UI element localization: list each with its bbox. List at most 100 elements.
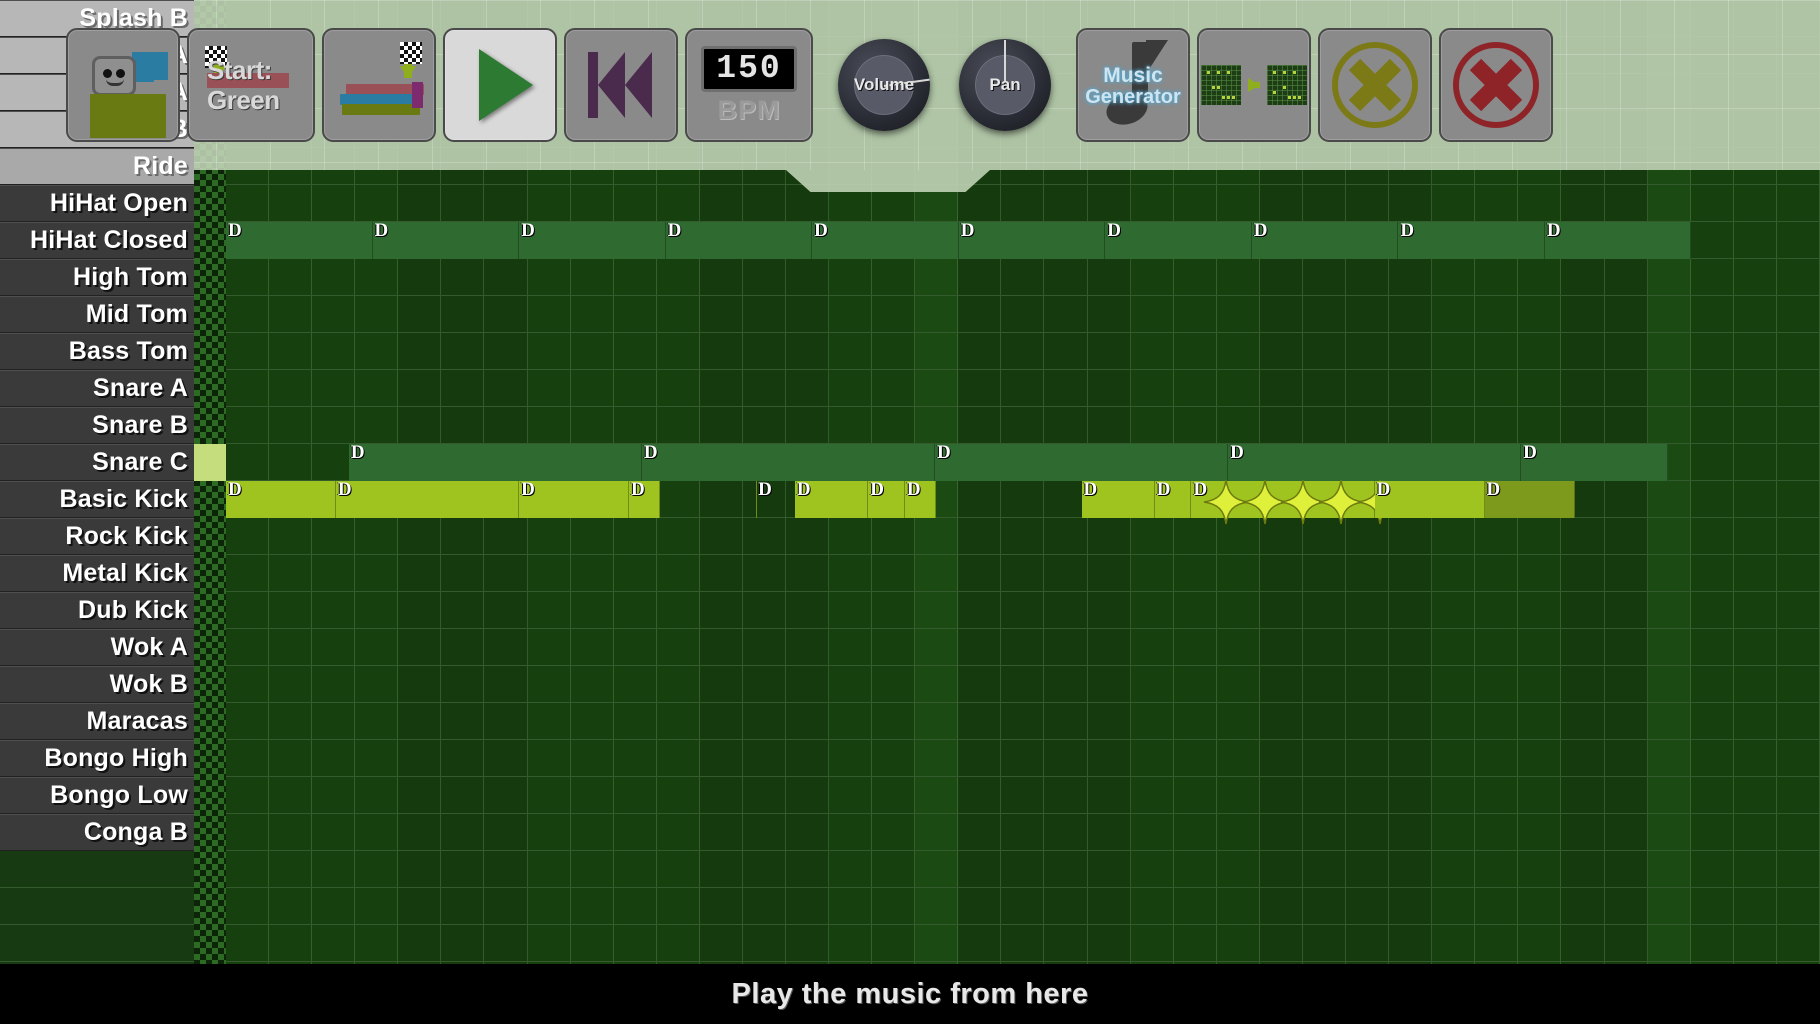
grid-cell[interactable]	[1518, 592, 1561, 628]
grid-cell[interactable]	[1561, 592, 1604, 628]
grid-cell[interactable]	[1174, 481, 1217, 517]
grid-cell[interactable]	[872, 740, 915, 776]
grid-cell[interactable]	[958, 518, 1001, 554]
grid-cell[interactable]	[1001, 888, 1044, 924]
grid-cell[interactable]	[1389, 444, 1432, 480]
grid-cell[interactable]	[1605, 703, 1648, 739]
grid-cell[interactable]	[1174, 259, 1217, 295]
grid-cell[interactable]	[657, 222, 700, 258]
grid-cell[interactable]	[484, 740, 527, 776]
grid-cell[interactable]	[1217, 666, 1260, 702]
grid-cell[interactable]	[1260, 333, 1303, 369]
grid-cell[interactable]	[484, 222, 527, 258]
grid-cell[interactable]	[571, 222, 614, 258]
grid-cell[interactable]	[786, 555, 829, 591]
grid-cell[interactable]	[829, 592, 872, 628]
grid-cell[interactable]	[398, 296, 441, 332]
grid-cell[interactable]	[1561, 814, 1604, 850]
grid-cell[interactable]	[1777, 888, 1820, 924]
grid-cell[interactable]	[441, 555, 484, 591]
grid-cell[interactable]	[915, 407, 958, 443]
grid-cell[interactable]	[1605, 370, 1648, 406]
grid-cell[interactable]	[1303, 703, 1346, 739]
grid-cell[interactable]	[614, 222, 657, 258]
grid-cell[interactable]	[743, 296, 786, 332]
grid-row[interactable]	[0, 296, 1820, 333]
grid-cell[interactable]	[958, 666, 1001, 702]
grid-cell[interactable]	[1648, 777, 1691, 813]
grid-cell[interactable]	[226, 555, 269, 591]
grid-row[interactable]	[0, 592, 1820, 629]
grid-cell[interactable]	[1561, 851, 1604, 887]
grid-cell[interactable]	[398, 814, 441, 850]
grid-cell[interactable]	[743, 888, 786, 924]
grid-cell[interactable]	[1303, 407, 1346, 443]
grid-cell[interactable]	[1691, 777, 1734, 813]
grid-cell[interactable]	[786, 481, 829, 517]
grid-row[interactable]	[0, 777, 1820, 814]
grid-cell[interactable]	[1346, 259, 1389, 295]
grid-cell[interactable]	[1475, 259, 1518, 295]
grid-cell[interactable]	[1088, 222, 1131, 258]
grid-cell[interactable]	[1001, 296, 1044, 332]
grid-cell[interactable]	[1691, 555, 1734, 591]
grid-cell[interactable]	[441, 444, 484, 480]
grid-cell[interactable]	[657, 740, 700, 776]
grid-cell[interactable]	[1561, 555, 1604, 591]
volume-knob[interactable]: Volume	[838, 39, 930, 131]
grid-cell[interactable]	[1001, 185, 1044, 221]
grid-cell[interactable]	[1648, 888, 1691, 924]
grid-cell[interactable]	[398, 259, 441, 295]
grid-cell[interactable]	[958, 629, 1001, 665]
grid-cell[interactable]	[1088, 444, 1131, 480]
grid-cell[interactable]	[657, 370, 700, 406]
grid-cell[interactable]	[958, 333, 1001, 369]
grid-cell[interactable]	[1131, 185, 1174, 221]
grid-cell[interactable]	[1303, 777, 1346, 813]
grid-cell[interactable]	[915, 444, 958, 480]
grid-cell[interactable]	[312, 666, 355, 702]
grid-cell[interactable]	[312, 407, 355, 443]
grid-cell[interactable]	[1131, 814, 1174, 850]
grid-cell[interactable]	[829, 555, 872, 591]
grid-row[interactable]	[0, 370, 1820, 407]
grid-cell[interactable]	[1174, 814, 1217, 850]
instrument-list[interactable]: Splash BCrash ASplash ACrash BRideHiHat …	[0, 0, 194, 964]
instrument-row-maracas[interactable]: Maracas	[0, 703, 194, 740]
grid-cell[interactable]	[1260, 703, 1303, 739]
grid-cell[interactable]	[1217, 444, 1260, 480]
grid-cell[interactable]	[1303, 592, 1346, 628]
grid-cell[interactable]	[1389, 185, 1432, 221]
grid-cell[interactable]	[786, 296, 829, 332]
grid-cell[interactable]	[1691, 666, 1734, 702]
grid-cell[interactable]	[743, 185, 786, 221]
grid-cell[interactable]	[700, 296, 743, 332]
instrument-row-hihat-closed[interactable]: HiHat Closed	[0, 222, 194, 259]
grid-cell[interactable]	[1260, 925, 1303, 961]
grid-cell[interactable]	[312, 518, 355, 554]
grid-cell[interactable]	[614, 333, 657, 369]
grid-cell[interactable]	[355, 666, 398, 702]
grid-cell[interactable]	[1174, 222, 1217, 258]
grid-cell[interactable]	[958, 814, 1001, 850]
grid-row[interactable]	[0, 555, 1820, 592]
grid-cell[interactable]	[1432, 592, 1475, 628]
grid-cell[interactable]	[657, 666, 700, 702]
grid-cell[interactable]	[269, 925, 312, 961]
grid-cell[interactable]	[657, 703, 700, 739]
grid-cell[interactable]	[1648, 666, 1691, 702]
instrument-row-basic-kick[interactable]: Basic Kick	[0, 481, 194, 518]
grid-cell[interactable]	[441, 666, 484, 702]
grid-cell[interactable]	[872, 777, 915, 813]
grid-cell[interactable]	[226, 259, 269, 295]
grid-cell[interactable]	[1260, 629, 1303, 665]
grid-cell[interactable]	[1605, 592, 1648, 628]
grid-cell[interactable]	[1432, 555, 1475, 591]
grid-cell[interactable]	[1475, 185, 1518, 221]
grid-cell[interactable]	[1475, 555, 1518, 591]
grid-cell[interactable]	[700, 407, 743, 443]
grid-cell[interactable]	[872, 555, 915, 591]
grid-cell[interactable]	[441, 481, 484, 517]
grid-cell[interactable]	[1734, 777, 1777, 813]
grid-cell[interactable]	[269, 259, 312, 295]
